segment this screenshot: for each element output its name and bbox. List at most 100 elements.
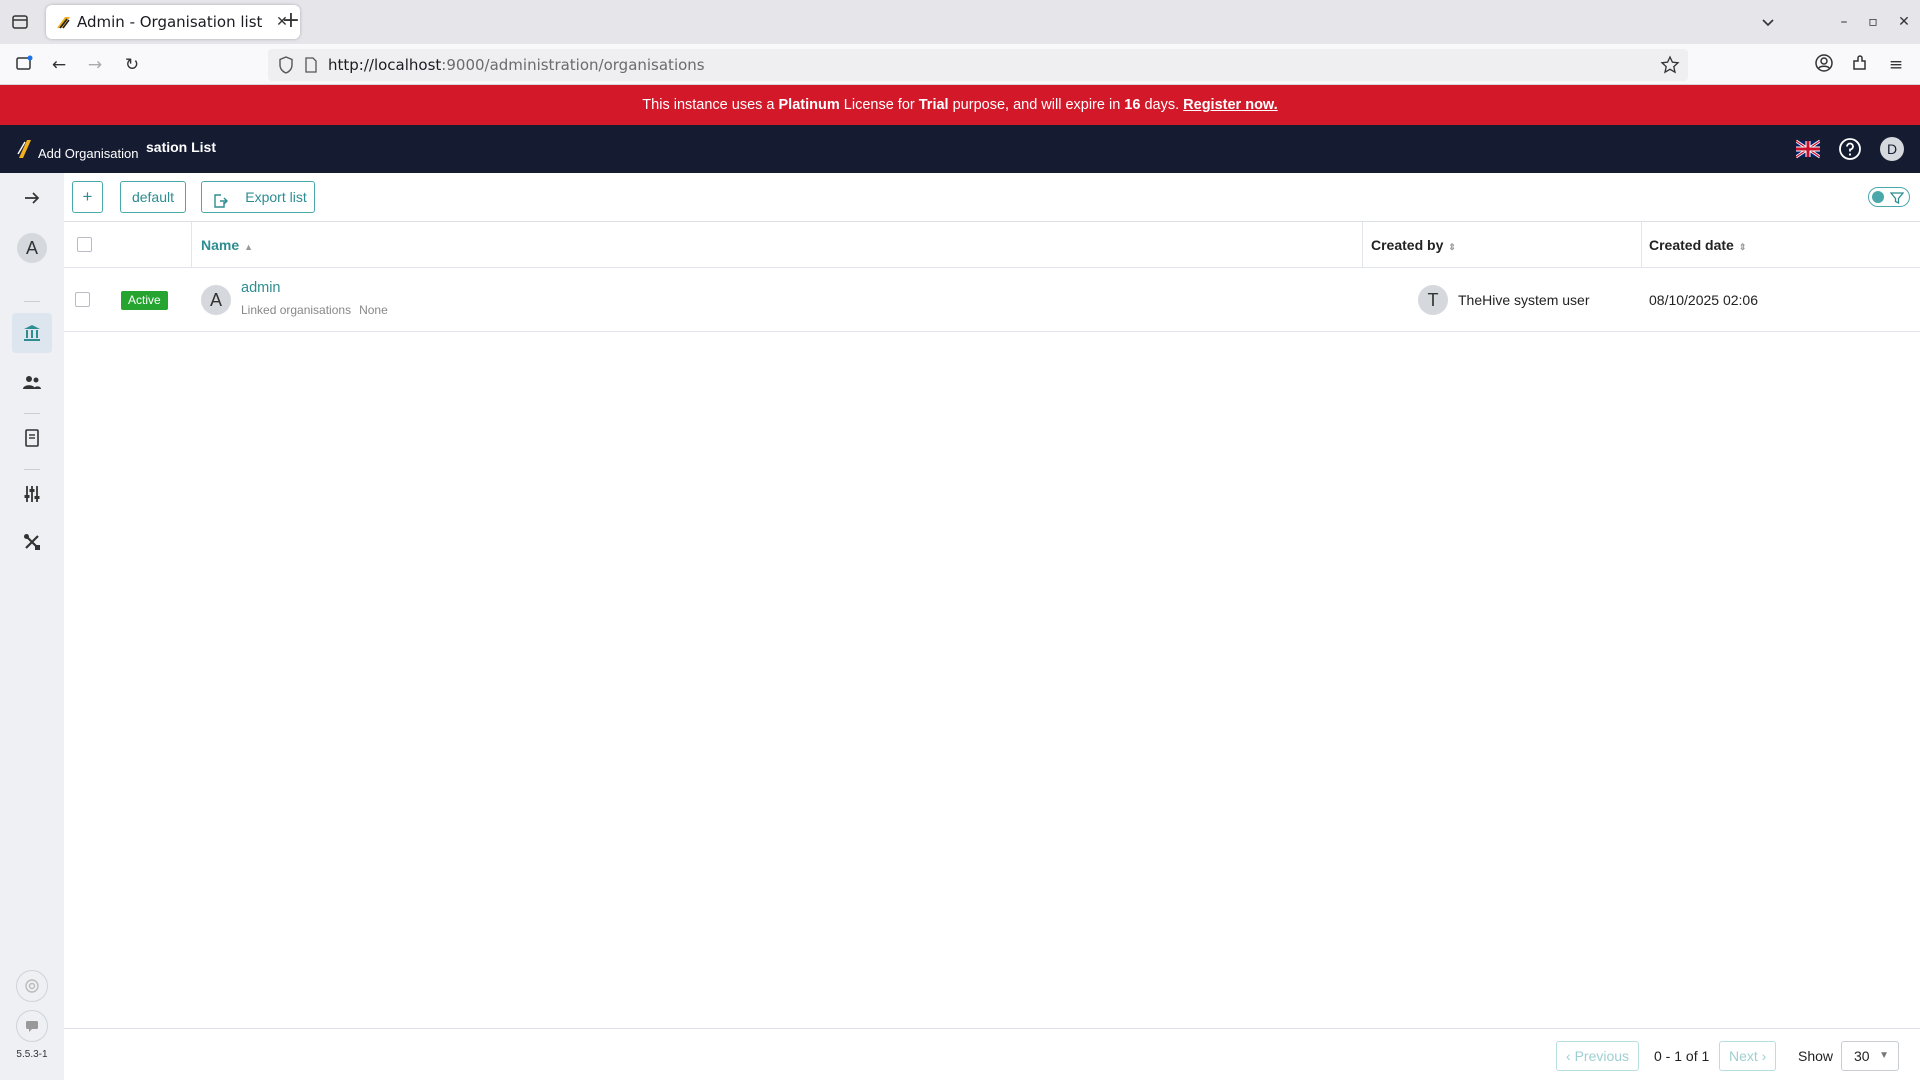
column-header-created-date[interactable]: Created date ⇕ (1649, 222, 1746, 268)
created-by-value: TheHive system user (1458, 292, 1590, 308)
organisation-avatar: A (17, 233, 47, 263)
table-header: Name ▲ Created by ⇕ Created date ⇕ (64, 222, 1920, 268)
list-toolbar: + default Export list (64, 173, 1920, 222)
reload-icon[interactable]: ↻ (120, 53, 144, 77)
license-text: purpose, and will expire in (948, 97, 1125, 113)
page-size-value: 30 (1854, 1048, 1870, 1064)
pagination-bar: ‹ Previous 0 - 1 of 1 Next › Show 30 ▼ (64, 1028, 1920, 1080)
minimize-icon[interactable]: – (1832, 10, 1856, 34)
filter-toggle[interactable] (1868, 187, 1910, 207)
tab-title: Admin - Organisation list (77, 13, 263, 31)
next-page-button[interactable]: Next › (1719, 1041, 1777, 1071)
sliders-icon (24, 486, 40, 502)
browser-tab-active[interactable]: Admin - Organisation list ✕ (46, 5, 300, 39)
add-organisation-button[interactable]: + (72, 181, 103, 213)
column-header-created-by[interactable]: Created by ⇕ (1371, 222, 1456, 268)
column-created-date-label: Created date (1649, 237, 1734, 253)
browser-tab-bar: Admin - Organisation list ✕ + – ▫ ✕ (0, 0, 1920, 44)
sidebar-item-platform-management[interactable] (12, 522, 52, 562)
user-avatar[interactable]: D (1880, 137, 1904, 161)
export-list-label: Export list (245, 189, 307, 205)
sidebar-divider (24, 301, 40, 302)
previous-label: Previous (1574, 1048, 1630, 1064)
sidebar-item-settings[interactable] (12, 474, 52, 514)
shield-icon[interactable] (278, 56, 294, 78)
support-icon[interactable] (16, 970, 48, 1002)
page-size-select[interactable]: 30 ▼ (1841, 1041, 1899, 1071)
users-icon (23, 376, 41, 389)
previous-page-button[interactable]: ‹ Previous (1556, 1041, 1640, 1071)
chat-icon[interactable] (16, 1010, 48, 1042)
sidebar-toggle-icon[interactable] (12, 53, 36, 77)
thehive-favicon-icon (55, 14, 72, 31)
sort-icon: ⇕ (1738, 242, 1747, 252)
created-date-value: 08/10/2025 02:06 (1649, 292, 1758, 308)
sidebar: A 5.5.3-1 (0, 173, 64, 1080)
url-bar[interactable]: http://localhost:9000/administration/org… (268, 49, 1688, 81)
select-all-checkbox[interactable] (77, 237, 92, 252)
organisation-avatar: A (201, 285, 231, 315)
column-header-name[interactable]: Name ▲ (201, 222, 253, 268)
status-badge: Active (121, 291, 168, 310)
extensions-icon[interactable] (1848, 53, 1872, 77)
export-list-button[interactable]: Export list (201, 181, 315, 213)
close-window-icon[interactable]: ✕ (1892, 10, 1916, 34)
show-label: Show (1798, 1048, 1834, 1064)
linked-organisations-label: Linked organisations (241, 303, 352, 317)
license-text: License for (839, 97, 919, 113)
sort-icon: ⇕ (1448, 242, 1456, 252)
license-text: days. (1140, 97, 1184, 113)
url-text: http://localhost:9000/administration/org… (328, 56, 705, 74)
sidebar-divider (24, 413, 40, 414)
tools-icon (24, 534, 40, 550)
chevron-left-icon: ‹ (1566, 1048, 1575, 1064)
tab-list-icon[interactable] (8, 11, 32, 33)
expand-sidebar-icon[interactable] (12, 178, 52, 218)
add-organisation-tooltip: Add Organisation (30, 143, 147, 165)
creator-avatar: T (1418, 285, 1448, 315)
column-name-label: Name (201, 237, 240, 253)
license-purpose: Trial (918, 97, 949, 113)
organisation-name-link[interactable]: admin (241, 280, 281, 296)
page-title: sation List (146, 139, 217, 155)
default-view-button[interactable]: default (120, 181, 186, 213)
sidebar-item-entities[interactable] (12, 418, 52, 458)
sidebar-item-users[interactable] (12, 362, 52, 402)
license-banner: This instance uses a Platinum License fo… (0, 85, 1920, 125)
register-now-link[interactable]: Register now. (1183, 97, 1278, 113)
row-checkbox[interactable] (75, 292, 90, 307)
license-name: Platinum (778, 97, 840, 113)
license-days: 16 (1124, 97, 1141, 113)
app-version: 5.5.3-1 (16, 1049, 48, 1060)
uk-flag-icon[interactable] (1795, 137, 1821, 161)
sort-asc-icon: ▲ (244, 242, 254, 252)
organisation-switcher[interactable]: A (12, 228, 52, 268)
column-divider (1641, 222, 1642, 268)
restore-icon[interactable]: ▫ (1861, 10, 1885, 34)
chevron-down-icon: ▼ (1879, 1050, 1889, 1061)
sidebar-divider (24, 469, 40, 470)
table-row[interactable]: Active A admin Linked organisations None … (64, 268, 1920, 332)
new-tab-button[interactable]: + (279, 10, 303, 34)
column-divider (1362, 222, 1363, 268)
help-icon[interactable] (1838, 137, 1862, 161)
pagination-range: 0 - 1 of 1 (1654, 1048, 1710, 1064)
app-menu-icon[interactable]: ≡ (1884, 53, 1908, 77)
book-icon (25, 429, 39, 447)
column-divider (191, 222, 192, 268)
back-arrow-icon[interactable]: ← (47, 53, 71, 77)
toggle-knob (1872, 191, 1884, 203)
filter-icon (1889, 190, 1905, 209)
sidebar-item-organisations[interactable] (12, 313, 52, 353)
page-info-icon[interactable] (304, 57, 318, 77)
account-icon[interactable] (1812, 53, 1836, 77)
next-label: Next (1729, 1048, 1758, 1064)
bookmark-star-icon[interactable] (1660, 55, 1680, 79)
forward-arrow-icon[interactable]: → (83, 53, 107, 77)
bank-icon (24, 325, 40, 341)
export-icon (212, 189, 228, 219)
browser-nav-bar: ← → ↻ http://localhost:9000/administrati… (0, 44, 1920, 85)
linked-organisations: Linked organisations None (241, 303, 388, 317)
tab-overflow-chevron-icon[interactable] (1756, 10, 1780, 34)
license-text: This instance uses a (642, 97, 779, 113)
